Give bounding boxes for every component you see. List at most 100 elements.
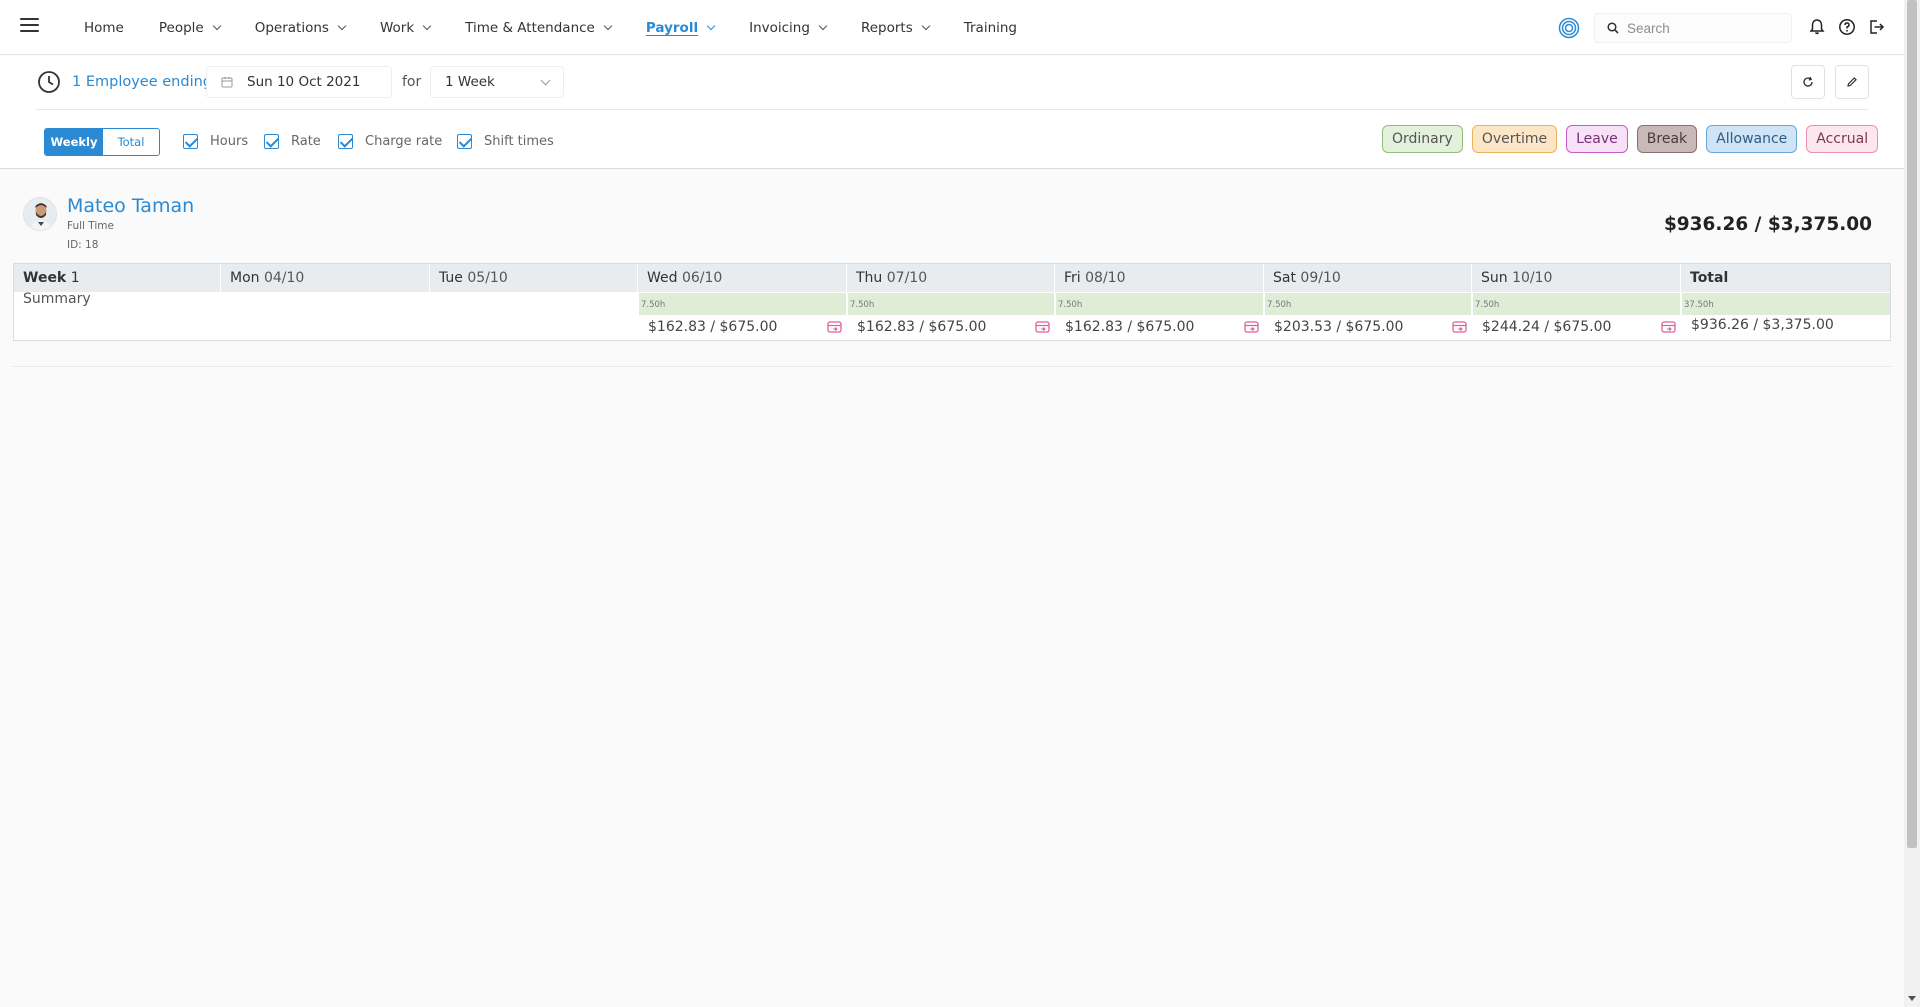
day-name: Wed (647, 270, 678, 286)
person-avatar-icon (24, 198, 56, 230)
cost-amount: $162.83 / $675.00 (1065, 319, 1195, 335)
hours-value: 7.50h (1058, 300, 1083, 310)
shift-details-icon[interactable] (1035, 320, 1051, 334)
day-date: 05/10 (467, 270, 508, 286)
target-icon[interactable] (1558, 17, 1580, 39)
legend-break[interactable]: Break (1636, 125, 1698, 153)
chevron-down-icon (706, 21, 716, 30)
nav-item-home[interactable]: Home (84, 20, 124, 36)
nav-item-time-attendance[interactable]: Time & Attendance (465, 20, 613, 36)
end-date-picker[interactable]: Sun 10 Oct 2021 (206, 66, 392, 98)
toolbar-divider (36, 109, 1868, 110)
edit-button[interactable] (1835, 65, 1869, 99)
bell-icon[interactable] (1808, 18, 1826, 36)
ordinary-hours-bar[interactable]: 7.50h (1473, 293, 1680, 315)
legend-overtime[interactable]: Overtime (1471, 125, 1558, 153)
legend-accrual[interactable]: Accrual (1806, 125, 1879, 153)
avatar (23, 197, 57, 231)
day-name: Fri (1064, 270, 1081, 286)
day-header-tue: Tue 05/10 (430, 264, 638, 292)
rate-checkbox[interactable]: Rate (264, 134, 321, 149)
main-nav: Home People Operations Work Time & Atten… (84, 0, 1052, 55)
nav-item-payroll[interactable]: Payroll (646, 20, 716, 36)
total-hours-value: 37.50h (1684, 300, 1714, 310)
employee-name-link[interactable]: Mateo Taman (67, 195, 194, 217)
total-header-label: Total (1690, 270, 1729, 286)
chevron-down-icon (603, 21, 613, 30)
day-name: Sun (1481, 270, 1508, 286)
cost-amount: $162.83 / $675.00 (857, 319, 987, 335)
logout-icon[interactable] (1867, 18, 1885, 36)
day-cell-wed[interactable]: 7.50h $162.83 / $675.00 (639, 293, 846, 340)
day-cell-thu[interactable]: 7.50h $162.83 / $675.00 (848, 293, 1054, 340)
cost-amount: $244.24 / $675.00 (1482, 319, 1612, 335)
legend-leave[interactable]: Leave (1566, 125, 1628, 153)
timesheet-grid: Week 1 Mon 04/10 Tue 05/10 Wed 06/10 Thu… (13, 263, 1891, 341)
checkbox-label: Rate (291, 134, 321, 149)
chevron-down-icon (921, 21, 930, 30)
period-select[interactable]: 1 Week (430, 66, 564, 98)
ordinary-hours-bar[interactable]: 7.50h (1265, 293, 1471, 315)
total-toggle-button[interactable]: Total (103, 129, 159, 155)
day-date: 08/10 (1085, 270, 1126, 286)
checkbox-label: Hours (210, 134, 249, 149)
search-input[interactable] (1627, 20, 1777, 36)
shift-details-icon[interactable] (827, 320, 843, 334)
nav-item-invoicing[interactable]: Invoicing (749, 19, 828, 36)
ordinary-hours-bar[interactable]: 7.50h (1056, 293, 1263, 315)
total-hours-bar: 37.50h (1682, 293, 1890, 315)
day-date: 04/10 (263, 270, 305, 286)
ordinary-hours-bar[interactable]: 7.50h (639, 293, 846, 315)
nav-item-label: Invoicing (749, 19, 810, 36)
chevron-down-icon (212, 21, 221, 30)
weekly-total-toggle: Weekly Total (44, 128, 160, 156)
nav-item-reports[interactable]: Reports (860, 19, 930, 36)
nav-item-training[interactable]: Training (964, 20, 1017, 36)
summary-row-label: Summary (23, 291, 91, 307)
legend-allowance[interactable]: Allowance (1706, 125, 1798, 153)
day-cell-sun[interactable]: 7.50h $244.24 / $675.00 (1473, 293, 1680, 340)
hours-value: 7.50h (641, 300, 666, 310)
checkbox-checked[interactable] (183, 134, 198, 149)
shift-times-checkbox[interactable]: Shift times (457, 134, 554, 149)
hours-value: 7.50h (850, 300, 875, 310)
nav-item-people[interactable]: People (158, 19, 221, 36)
chevron-down-icon (337, 21, 347, 30)
hours-checkbox[interactable]: Hours (183, 134, 248, 149)
employment-type: Full Time (67, 220, 114, 232)
checkbox-checked[interactable] (264, 134, 279, 149)
legend-ordinary[interactable]: Ordinary (1382, 125, 1463, 153)
shift-details-icon[interactable] (1244, 320, 1260, 334)
help-icon[interactable] (1838, 18, 1856, 36)
week-header: Week 1 (14, 264, 221, 292)
shift-details-icon[interactable] (1661, 320, 1677, 334)
day-cell-fri[interactable]: 7.50h $162.83 / $675.00 (1056, 293, 1263, 340)
week-number: 1 (70, 270, 80, 286)
refresh-button[interactable] (1791, 65, 1825, 99)
weekly-toggle-button[interactable]: Weekly (45, 129, 103, 155)
shift-details-icon[interactable] (1452, 320, 1468, 334)
nav-item-work[interactable]: Work (380, 20, 432, 36)
employee-selector-link[interactable]: 1 Employee ending (72, 74, 212, 90)
nav-item-label: Reports (860, 19, 913, 36)
chevron-down-icon (422, 21, 432, 30)
checkbox-checked[interactable] (338, 134, 353, 149)
checkbox-checked[interactable] (457, 134, 472, 149)
day-cell-sat[interactable]: 7.50h $203.53 / $675.00 (1265, 293, 1471, 340)
page-scrollbar[interactable] (1904, 0, 1920, 1007)
top-navigation-bar: Home People Operations Work Time & Atten… (0, 0, 1904, 55)
chevron-down-icon (540, 75, 551, 86)
search-icon (1607, 22, 1619, 34)
ordinary-hours-bar[interactable]: 7.50h (848, 293, 1054, 315)
day-name: Mon (230, 270, 260, 286)
charge-rate-checkbox[interactable]: Charge rate (338, 134, 442, 149)
scrollbar-thumb[interactable] (1907, 0, 1917, 848)
checkbox-label: Shift times (484, 134, 554, 149)
scroll-down-arrow-icon[interactable] (1908, 996, 1916, 1001)
clock-icon (38, 71, 60, 93)
nav-item-label: People (158, 19, 204, 36)
total-cell: 37.50h $936.26 / $3,375.00 (1682, 293, 1890, 340)
nav-item-operations[interactable]: Operations (255, 20, 347, 36)
hamburger-menu-icon[interactable] (20, 18, 39, 34)
day-header-sun: Sun 10/10 (1472, 264, 1681, 292)
